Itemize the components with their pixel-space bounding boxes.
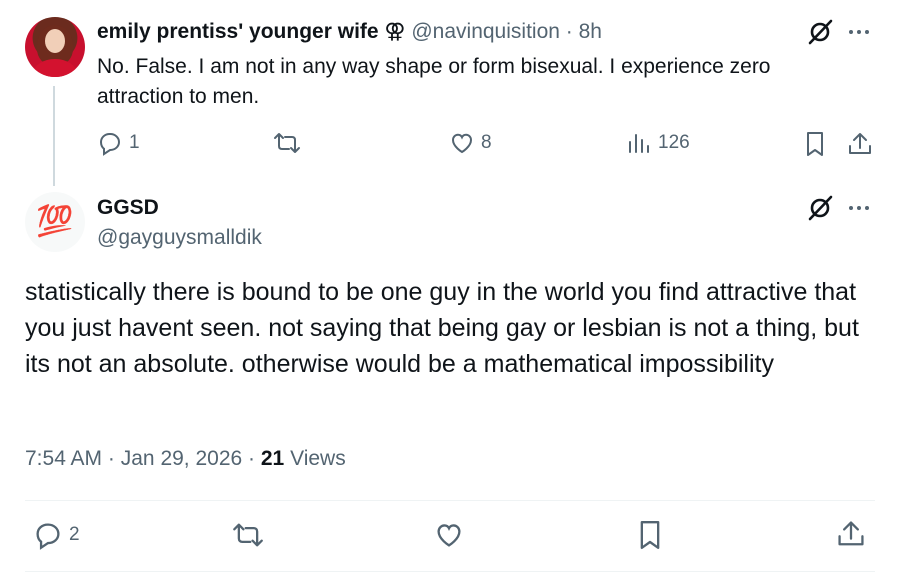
views-label: Views: [290, 447, 346, 470]
grok-icon[interactable]: [806, 18, 834, 51]
separator-dot: ·: [565, 20, 573, 43]
grok-icon[interactable]: [806, 194, 834, 227]
repost-icon: [274, 133, 300, 153]
thread-connector-line: [53, 86, 55, 186]
tweet-date[interactable]: Jan 29, 2026: [121, 447, 242, 470]
tweet-time[interactable]: 7:54 AM: [25, 447, 102, 470]
author-handle[interactable]: @navinquisition: [411, 20, 560, 43]
separator-dot: ·: [248, 447, 256, 470]
bookmark-icon: [807, 132, 823, 156]
views-count: 126: [658, 132, 690, 153]
like-count: 8: [481, 132, 492, 153]
share-button[interactable]: [836, 518, 866, 550]
share-icon: [849, 133, 871, 154]
tweet-text: statistically there is bound to be one g…: [25, 278, 859, 378]
like-button[interactable]: 8: [449, 130, 492, 156]
more-icon[interactable]: [849, 206, 869, 210]
avatar[interactable]: [25, 17, 85, 77]
share-button[interactable]: [847, 130, 873, 158]
divider: [25, 571, 875, 572]
like-button[interactable]: [434, 520, 464, 550]
reply-count: 2: [69, 524, 80, 545]
bookmark-icon: [640, 521, 660, 549]
views-count: 21: [260, 447, 285, 470]
like-icon: [451, 133, 473, 154]
bookmark-button[interactable]: [636, 518, 664, 552]
bookmark-button[interactable]: [803, 130, 827, 158]
divider: [25, 500, 875, 501]
views-button[interactable]: 126: [626, 130, 690, 156]
repost-button[interactable]: [232, 520, 264, 550]
author-name-symbol: ⚢: [384, 20, 406, 43]
reply-count: 1: [129, 132, 140, 153]
share-icon: [838, 521, 864, 546]
avatar-emoji: 💯: [36, 205, 74, 238]
more-icon[interactable]: [849, 30, 869, 34]
reply-tweet-header: emily prentiss' younger wife ⚢ @navinqui…: [97, 18, 602, 46]
repost-icon: [233, 523, 263, 547]
author-handle[interactable]: @gayguysmalldik: [97, 224, 262, 252]
reply-icon: [99, 133, 121, 156]
reply-tweet-text: No. False. I am not in any way shape or …: [97, 55, 771, 108]
reply-button[interactable]: 2: [33, 520, 80, 550]
reply-button[interactable]: 1: [97, 130, 140, 156]
avatar[interactable]: 💯: [25, 192, 85, 252]
views-icon: [629, 134, 649, 153]
separator-dot: ·: [107, 447, 115, 470]
tweet-meta: 7:54 AM · Jan 29, 2026 · 21 Views: [25, 445, 346, 473]
repost-button[interactable]: [273, 130, 301, 156]
tweet-time[interactable]: 8h: [579, 20, 602, 43]
reply-icon: [36, 523, 60, 550]
like-icon: [437, 524, 461, 547]
author-name[interactable]: GGSD: [97, 194, 159, 222]
author-name[interactable]: emily prentiss' younger wife: [97, 20, 379, 43]
